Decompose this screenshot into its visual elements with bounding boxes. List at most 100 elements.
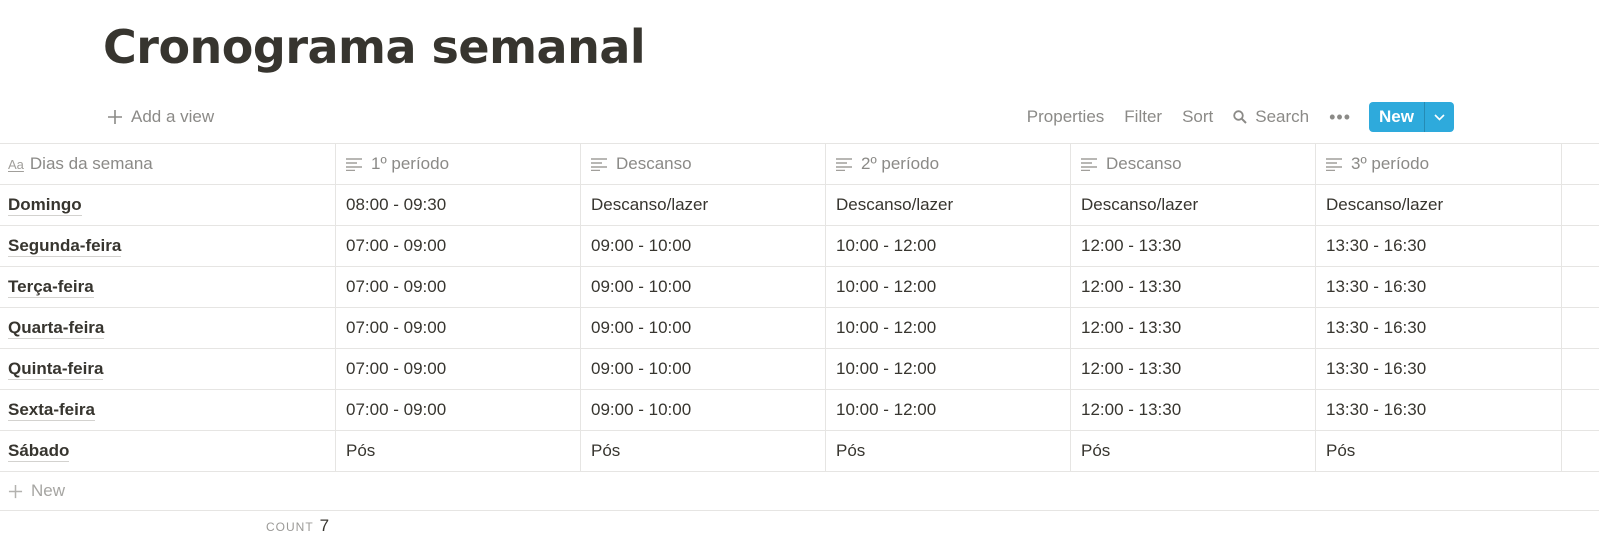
table-cell[interactable]: 08:00 - 09:30 xyxy=(336,185,581,225)
row-filler xyxy=(1562,431,1599,471)
text-aa-icon: Aa xyxy=(8,156,24,172)
table-footer-count[interactable]: COUNT 7 xyxy=(266,516,329,536)
table-cell[interactable]: 10:00 - 12:00 xyxy=(826,226,1071,266)
search-label: Search xyxy=(1255,107,1310,126)
filter-button[interactable]: Filter xyxy=(1124,107,1162,127)
table-cell[interactable]: Descanso/lazer xyxy=(581,185,826,225)
table-header: Aa Dias da semana 1º período Descanso 2º… xyxy=(0,143,1599,185)
column-header-descanso-2[interactable]: Descanso xyxy=(1071,144,1316,184)
text-lines-icon xyxy=(591,157,607,171)
table-cell[interactable]: Pós xyxy=(336,431,581,471)
row-title-cell[interactable]: Segunda-feira xyxy=(0,226,336,266)
view-tools: Properties Filter Sort Search ••• New xyxy=(1007,102,1454,132)
row-title: Quarta-feira xyxy=(8,317,105,339)
table-cell[interactable]: 09:00 - 10:00 xyxy=(581,308,826,348)
table-cell[interactable]: 07:00 - 09:00 xyxy=(336,267,581,307)
table-row: Domingo 08:00 - 09:30 Descanso/lazer Des… xyxy=(0,185,1599,226)
database-table: Aa Dias da semana 1º período Descanso 2º… xyxy=(0,143,1599,511)
chevron-down-icon xyxy=(1434,113,1445,121)
table-cell[interactable]: 09:00 - 10:00 xyxy=(581,226,826,266)
table-cell[interactable]: 10:00 - 12:00 xyxy=(826,349,1071,389)
column-header-label: Descanso xyxy=(616,154,692,173)
row-title-cell[interactable]: Terça-feira xyxy=(0,267,336,307)
table-cell[interactable]: 07:00 - 09:00 xyxy=(336,226,581,266)
table-cell[interactable]: 13:30 - 16:30 xyxy=(1316,226,1562,266)
table-cell[interactable]: Descanso/lazer xyxy=(1316,185,1562,225)
sort-button[interactable]: Sort xyxy=(1182,107,1213,127)
new-button-group: New xyxy=(1369,102,1454,132)
row-title-cell[interactable]: Sexta-feira xyxy=(0,390,336,430)
table-cell[interactable]: 10:00 - 12:00 xyxy=(826,267,1071,307)
table-cell[interactable]: 09:00 - 10:00 xyxy=(581,267,826,307)
plus-icon xyxy=(8,484,23,498)
table-cell[interactable]: Pós xyxy=(1316,431,1562,471)
text-lines-icon xyxy=(836,157,852,171)
table-row: Terça-feira 07:00 - 09:00 09:00 - 10:00 … xyxy=(0,267,1599,308)
plus-icon xyxy=(108,110,122,124)
table-cell[interactable]: Descanso/lazer xyxy=(826,185,1071,225)
column-header-periodo-1[interactable]: 1º período xyxy=(336,144,581,184)
row-title: Sábado xyxy=(8,440,70,462)
table-cell[interactable]: Pós xyxy=(826,431,1071,471)
table-cell[interactable]: 09:00 - 10:00 xyxy=(581,349,826,389)
text-lines-icon xyxy=(1326,157,1342,171)
column-header-periodo-2[interactable]: 2º período xyxy=(826,144,1071,184)
table-cell[interactable]: 09:00 - 10:00 xyxy=(581,390,826,430)
table-cell[interactable]: 13:30 - 16:30 xyxy=(1316,308,1562,348)
table-cell[interactable]: 12:00 - 13:30 xyxy=(1071,390,1316,430)
table-cell[interactable]: 13:30 - 16:30 xyxy=(1316,390,1562,430)
row-filler xyxy=(1562,226,1599,266)
table-cell[interactable]: Pós xyxy=(1071,431,1316,471)
table-cell[interactable]: 12:00 - 13:30 xyxy=(1071,349,1316,389)
table-cell[interactable]: 13:30 - 16:30 xyxy=(1316,349,1562,389)
row-title: Terça-feira xyxy=(8,276,94,298)
count-value: 7 xyxy=(319,516,330,535)
row-title: Segunda-feira xyxy=(8,235,122,257)
row-title: Sexta-feira xyxy=(8,399,95,421)
column-header-dias[interactable]: Aa Dias da semana xyxy=(0,144,336,184)
row-title-cell[interactable]: Domingo xyxy=(0,185,336,225)
text-lines-icon xyxy=(346,157,362,171)
properties-button[interactable]: Properties xyxy=(1027,107,1104,127)
column-header-label: 2º período xyxy=(861,154,940,173)
row-title-cell[interactable]: Sábado xyxy=(0,431,336,471)
text-lines-icon xyxy=(1081,157,1097,171)
table-row: Segunda-feira 07:00 - 09:00 09:00 - 10:0… xyxy=(0,226,1599,267)
table-cell[interactable]: 10:00 - 12:00 xyxy=(826,390,1071,430)
search-button[interactable]: Search xyxy=(1233,107,1309,127)
table-cell[interactable]: 07:00 - 09:00 xyxy=(336,308,581,348)
table-cell[interactable]: 07:00 - 09:00 xyxy=(336,390,581,430)
column-filler xyxy=(1562,144,1599,184)
row-filler xyxy=(1562,349,1599,389)
column-header-periodo-3[interactable]: 3º período xyxy=(1316,144,1562,184)
row-title-cell[interactable]: Quarta-feira xyxy=(0,308,336,348)
table-cell[interactable]: 10:00 - 12:00 xyxy=(826,308,1071,348)
table-cell[interactable]: 13:30 - 16:30 xyxy=(1316,267,1562,307)
row-title: Domingo xyxy=(8,194,82,216)
table-cell[interactable]: 12:00 - 13:30 xyxy=(1071,308,1316,348)
add-row-button[interactable]: New xyxy=(0,472,1599,511)
row-title-cell[interactable]: Quinta-feira xyxy=(0,349,336,389)
row-title: Quinta-feira xyxy=(8,358,104,380)
more-options-icon[interactable]: ••• xyxy=(1329,107,1351,128)
table-cell[interactable]: 12:00 - 13:30 xyxy=(1071,226,1316,266)
column-header-label: 1º período xyxy=(371,154,450,173)
table-cell[interactable]: 07:00 - 09:00 xyxy=(336,349,581,389)
column-header-label: Dias da semana xyxy=(29,154,153,173)
page-title: Cronograma semanal xyxy=(103,20,646,74)
new-button[interactable]: New xyxy=(1369,102,1424,132)
table-row: Sábado Pós Pós Pós Pós Pós xyxy=(0,431,1599,472)
column-header-label: 3º período xyxy=(1351,154,1430,173)
column-header-label: Descanso xyxy=(1106,154,1182,173)
table-cell[interactable]: 12:00 - 13:30 xyxy=(1071,267,1316,307)
row-filler xyxy=(1562,185,1599,225)
table-row: Quinta-feira 07:00 - 09:00 09:00 - 10:00… xyxy=(0,349,1599,390)
column-header-descanso-1[interactable]: Descanso xyxy=(581,144,826,184)
table-cell[interactable]: Descanso/lazer xyxy=(1071,185,1316,225)
search-icon xyxy=(1233,110,1247,124)
add-view-label: Add a view xyxy=(131,107,215,126)
add-view-button[interactable]: Add a view xyxy=(107,104,214,130)
new-dropdown-button[interactable] xyxy=(1424,102,1454,132)
row-filler xyxy=(1562,390,1599,430)
table-cell[interactable]: Pós xyxy=(581,431,826,471)
